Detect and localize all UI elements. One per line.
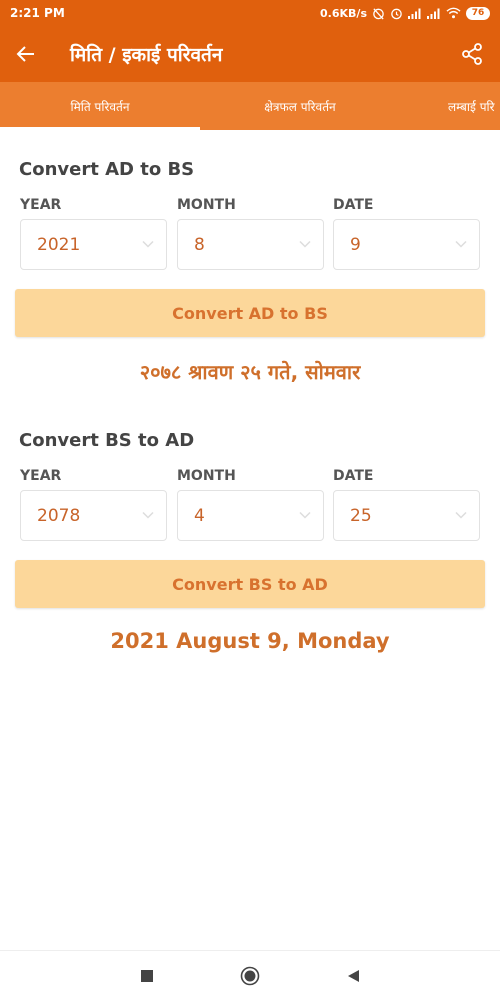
chevron-down-icon [455, 511, 467, 519]
ad-year-label: YEAR [20, 197, 62, 213]
tab-bar: मिति परिवर्तन क्षेत्रफल परिवर्तन लम्बाई … [0, 82, 500, 130]
tab-length-conversion[interactable]: लम्बाई परि [448, 82, 500, 130]
triangle-left-icon [348, 970, 359, 982]
chevron-down-icon [299, 511, 311, 519]
bs-month-select[interactable]: 4 [177, 490, 324, 541]
square-icon [141, 970, 153, 982]
ad-month-select[interactable]: 8 [177, 219, 324, 270]
ad-date-value: 9 [350, 234, 361, 255]
wifi-icon [446, 7, 461, 19]
ad-date-label: DATE [333, 197, 374, 213]
bs-year-select[interactable]: 2078 [20, 490, 167, 541]
ad-year-select[interactable]: 2021 [20, 219, 167, 270]
signal-icon [408, 8, 422, 19]
bs-year-label: YEAR [20, 468, 62, 484]
network-speed: 0.6KB/s [320, 6, 367, 20]
recents-button[interactable] [136, 965, 158, 987]
back-nav-button[interactable] [342, 965, 364, 987]
bs-date-value: 25 [350, 505, 372, 526]
status-bar: 2:21 PM 0.6KB/s 76 [0, 0, 500, 26]
arrow-left-icon [16, 46, 34, 62]
tab-date-conversion[interactable]: मिति परिवर्तन [0, 82, 200, 130]
bs-date-label: DATE [333, 468, 374, 484]
share-button[interactable] [444, 26, 500, 82]
ad-to-bs-title: Convert AD to BS [19, 159, 195, 180]
ad-date-select[interactable]: 9 [333, 219, 480, 270]
home-button[interactable] [239, 965, 261, 987]
status-time: 2:21 PM [10, 6, 65, 20]
circle-icon [240, 966, 260, 986]
share-icon [462, 43, 482, 65]
bs-to-ad-result: 2021 August 9, Monday [110, 629, 390, 653]
chevron-down-icon [299, 240, 311, 248]
battery-icon: 76 [466, 6, 490, 20]
convert-ad-to-bs-button[interactable]: Convert AD to BS [15, 289, 485, 337]
bs-year-value: 2078 [37, 505, 81, 526]
app-bar: मिति / इकाई परिवर्तन [0, 26, 500, 82]
ad-year-value: 2021 [37, 234, 81, 255]
tab-indicator [0, 127, 200, 130]
bs-month-value: 4 [194, 505, 205, 526]
tab-area-conversion[interactable]: क्षेत्रफल परिवर्तन [200, 82, 400, 130]
status-icons: 0.6KB/s 76 [320, 6, 490, 20]
convert-bs-to-ad-button[interactable]: Convert BS to AD [15, 560, 485, 608]
bs-date-select[interactable]: 25 [333, 490, 480, 541]
chevron-down-icon [455, 240, 467, 248]
alarm-off-icon [372, 7, 385, 20]
bs-month-label: MONTH [177, 468, 236, 484]
chevron-down-icon [142, 511, 154, 519]
signal-icon [427, 8, 441, 19]
page-title: मिति / इकाई परिवर्तन [70, 44, 223, 66]
ad-month-label: MONTH [177, 197, 236, 213]
alarm-icon [390, 7, 403, 20]
chevron-down-icon [142, 240, 154, 248]
back-button[interactable] [0, 26, 52, 82]
ad-to-bs-result: २०७८ श्रावण २५ गते, सोमवार [139, 360, 361, 384]
bs-to-ad-title: Convert BS to AD [19, 430, 195, 451]
ad-month-value: 8 [194, 234, 205, 255]
system-nav-bar [0, 950, 500, 1000]
